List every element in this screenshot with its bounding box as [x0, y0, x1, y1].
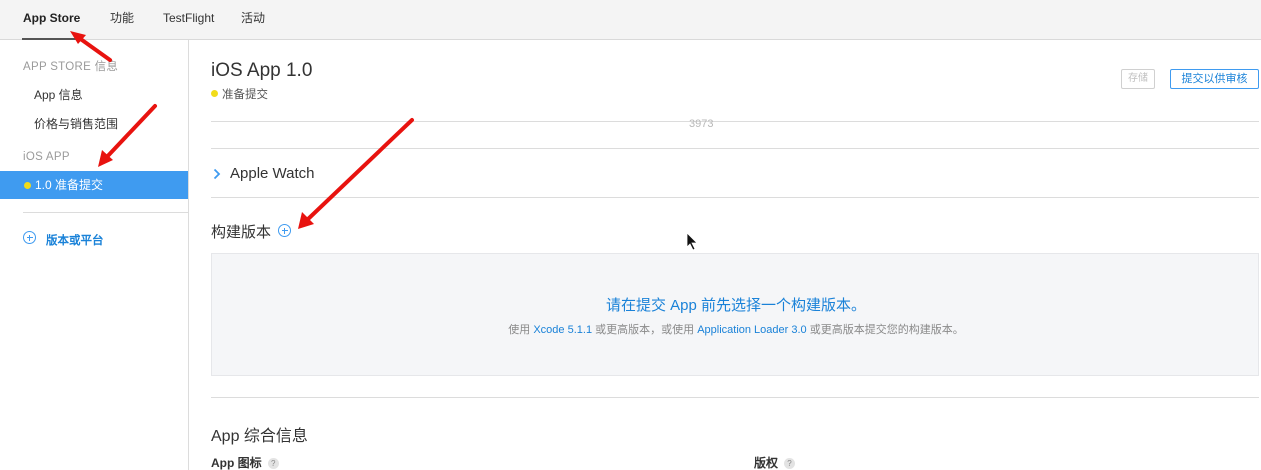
add-build-plus-icon[interactable] [278, 224, 291, 237]
application-loader-link[interactable]: Application Loader 3.0 [697, 324, 806, 336]
tab-testflight[interactable]: TestFlight [163, 0, 214, 40]
sidebar-section-ios: iOS APP [23, 151, 70, 163]
sidebar: APP STORE 信息 App 信息 价格与销售范围 iOS APP 1.0 … [0, 40, 189, 470]
tab-features[interactable]: 功能 [110, 0, 134, 40]
xcode-link[interactable]: Xcode 5.1.1 [533, 324, 592, 336]
tab-app-store[interactable]: App Store [21, 0, 82, 40]
main-content: iOS App 1.0 准备提交 存储 提交以供审核 3973 Apple Wa… [189, 40, 1261, 470]
app-icon-label: App 图标? [211, 454, 279, 470]
copyright-label-text: 版权 [754, 456, 779, 470]
status-dot-icon [211, 90, 218, 98]
help-icon[interactable]: ? [267, 458, 279, 470]
sidebar-item-app-info[interactable]: App 信息 [34, 86, 83, 103]
build-hint-middle: 或更高版本，或使用 [592, 324, 698, 336]
plus-circle-icon [23, 231, 36, 244]
sidebar-version-label: 1.0 准备提交 [35, 178, 104, 192]
top-tab-bar: App Store 功能 TestFlight 活动 [0, 0, 1261, 40]
status-line: 准备提交 [211, 86, 268, 102]
build-prompt: 请在提交 App 前先选择一个构建版本。 [605, 297, 867, 314]
sidebar-item-version-selected[interactable]: 1.0 准备提交 [0, 171, 188, 199]
help-icon[interactable]: ? [784, 458, 796, 470]
build-hint-suffix: 或更高版本提交您的构建版本。 [806, 324, 964, 336]
character-count: 3973 [689, 118, 714, 130]
app-icon-label-text: App 图标 [211, 456, 262, 470]
sidebar-item-pricing[interactable]: 价格与销售范围 [34, 115, 118, 132]
sidebar-divider [23, 212, 188, 213]
add-version-button[interactable]: 版本或平台 [23, 231, 104, 247]
build-hint: 使用 Xcode 5.1.1 或更高版本，或使用 Application Loa… [212, 321, 1260, 337]
divider [211, 121, 1259, 122]
sidebar-section-appstore: APP STORE 信息 [23, 61, 119, 73]
apple-watch-section-toggle[interactable]: Apple Watch [230, 165, 315, 182]
divider [211, 397, 1259, 398]
submit-for-review-button[interactable]: 提交以供审核 [1170, 69, 1259, 89]
tab-activity[interactable]: 活动 [241, 0, 265, 40]
general-info-title: App 综合信息 [211, 428, 308, 445]
build-empty-state: 请在提交 App 前先选择一个构建版本。 使用 Xcode 5.1.1 或更高版… [211, 253, 1259, 376]
add-version-label: 版本或平台 [46, 235, 104, 247]
page-title: iOS App 1.0 [211, 60, 313, 81]
divider [211, 148, 1259, 149]
copyright-label: 版权? [754, 454, 796, 470]
build-section-title: 构建版本 [211, 224, 272, 241]
save-button[interactable]: 存储 [1121, 69, 1155, 89]
status-dot-icon [24, 182, 31, 189]
chevron-right-icon[interactable] [213, 168, 221, 180]
status-label: 准备提交 [222, 89, 268, 101]
divider [211, 197, 1259, 198]
build-hint-prefix: 使用 [508, 324, 534, 336]
